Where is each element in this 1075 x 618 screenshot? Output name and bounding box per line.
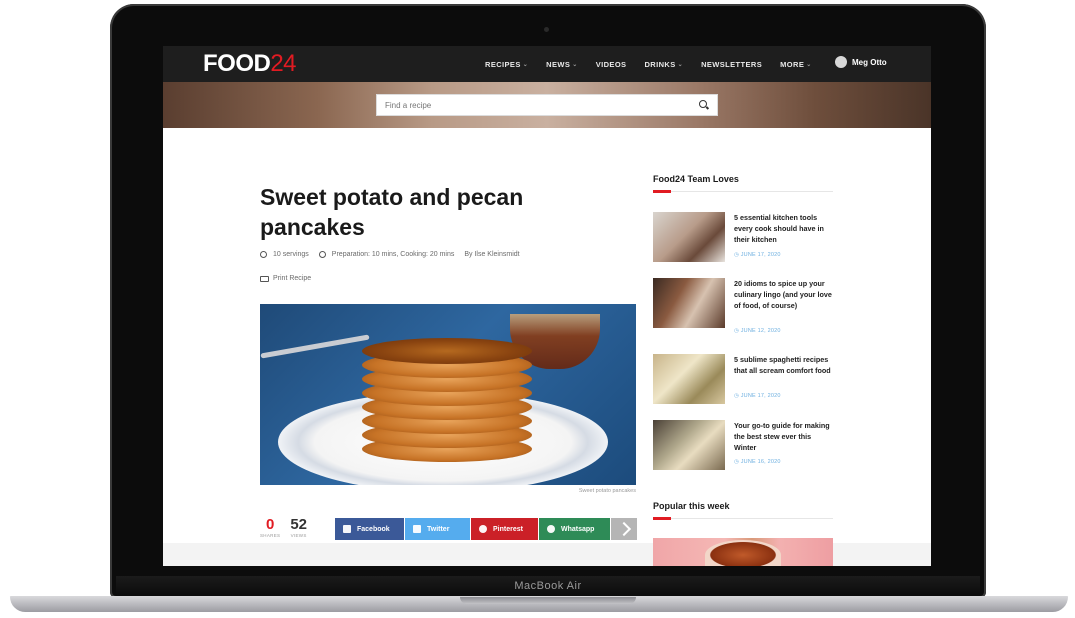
share-buttons: Facebook Twitter Pinterest Whatsapp: [335, 518, 638, 540]
popular-image-bowl: [705, 540, 781, 566]
pinterest-share-button[interactable]: Pinterest: [471, 518, 538, 540]
search-icon[interactable]: [699, 100, 707, 108]
facebook-icon: [343, 525, 351, 533]
recipe-image: [260, 304, 636, 485]
user-menu[interactable]: Meg Otto: [835, 56, 887, 68]
chevron-down-icon: ⌄: [522, 61, 529, 68]
sidebar-article[interactable]: 5 essential kitchen tools every cook sho…: [653, 212, 833, 270]
sidebar-article-title[interactable]: Your go-to guide for making the best ste…: [734, 420, 834, 453]
servings-icon: [260, 251, 267, 258]
nav-drinks[interactable]: DRINKS ⌄: [644, 60, 683, 69]
article-title: Sweet potato and pecan pancakes: [260, 184, 524, 240]
avatar: [835, 56, 847, 68]
chevron-down-icon: ⌄: [806, 61, 812, 68]
article-thumbnail[interactable]: [653, 278, 725, 328]
food24-logo[interactable]: FOOD24: [203, 50, 297, 78]
share-stats: 0 SHARES 52 VIEWS: [260, 516, 317, 539]
team-loves-title: Food24 Team Loves: [653, 174, 739, 184]
nav-news[interactable]: NEWS ⌄: [546, 60, 578, 69]
chevron-down-icon: ⌄: [677, 61, 684, 68]
search-banner: [163, 82, 931, 128]
article-thumbnail[interactable]: [653, 212, 725, 262]
clock-icon: [318, 251, 326, 258]
whatsapp-icon: [547, 525, 555, 533]
section-underline: [653, 517, 833, 520]
sidebar-article-date: JUNE 17, 2020: [734, 393, 781, 399]
section-underline: [653, 190, 833, 193]
top-navigation: FOOD24 RECIPES ⌄ NEWS ⌄ VIDEOS DRINKS ⌄ NEW…: [163, 46, 931, 82]
whatsapp-share-button[interactable]: Whatsapp: [539, 518, 610, 540]
more-share-button[interactable]: [611, 518, 637, 540]
main-menu: RECIPES ⌄ NEWS ⌄ VIDEOS DRINKS ⌄ NEWSLETTER…: [485, 46, 830, 82]
nav-newsletters[interactable]: NEWSLETTERS: [701, 60, 762, 69]
sidebar-article-date: JUNE 16, 2020: [734, 459, 781, 465]
time-text: Preparation: 10 mins, Cooking: 20 mins: [331, 251, 455, 258]
sidebar-article[interactable]: 5 sublime spaghetti recipes that all scr…: [653, 354, 833, 412]
author-text[interactable]: By Ilse Kleinsmidt: [464, 251, 519, 258]
sidebar-article[interactable]: 20 idioms to spice up your culinary ling…: [653, 278, 833, 336]
article-thumbnail[interactable]: [653, 354, 725, 404]
model-label: MacBook Air: [514, 580, 582, 592]
views-count: 52: [290, 516, 307, 533]
twitter-share-button[interactable]: Twitter: [405, 518, 470, 540]
shares-label: SHARES: [260, 533, 281, 538]
laptop-notch: [460, 597, 636, 604]
sidebar-article[interactable]: Your go-to guide for making the best ste…: [653, 420, 833, 478]
article-thumbnail[interactable]: [653, 420, 725, 470]
browser-screen: FOOD24 RECIPES ⌄ NEWS ⌄ VIDEOS DRINKS ⌄ NEW…: [163, 46, 931, 566]
print-label: Print Recipe: [273, 275, 312, 282]
nav-recipes[interactable]: RECIPES ⌄: [485, 60, 528, 69]
popular-this-week-title: Popular this week: [653, 501, 730, 511]
camera: [544, 27, 549, 32]
sidebar-article-date: JUNE 12, 2020: [734, 328, 781, 334]
fork-image-part: [260, 334, 370, 359]
sidebar-article-title[interactable]: 5 essential kitchen tools every cook sho…: [734, 212, 834, 245]
sidebar-article-date: JUNE 17, 2020: [734, 252, 781, 258]
image-caption: Sweet potato pancakes: [578, 488, 636, 494]
pancake-stack-image-part: [362, 324, 532, 464]
chevron-down-icon: ⌄: [572, 61, 578, 68]
nav-videos[interactable]: VIDEOS: [596, 60, 627, 69]
sidebar-article-title[interactable]: 20 idioms to spice up your culinary ling…: [734, 278, 834, 311]
sidebar-article-title[interactable]: 5 sublime spaghetti recipes that all scr…: [734, 354, 834, 376]
servings-text: 10 servings: [273, 251, 309, 258]
nav-more[interactable]: MORE ⌄: [780, 60, 812, 69]
recipe-meta: 10 servings Preparation: 10 mins, Cookin…: [260, 251, 530, 258]
shares-count: 0: [265, 516, 275, 533]
shares-stat: 0 SHARES: [260, 516, 281, 539]
print-recipe-link[interactable]: Print Recipe: [260, 275, 311, 282]
views-stat: 52 VIEWS: [290, 516, 307, 539]
user-name: Meg Otto: [852, 57, 887, 67]
views-label: VIEWS: [290, 533, 307, 538]
twitter-icon: [413, 525, 421, 533]
facebook-share-button[interactable]: Facebook: [335, 518, 404, 540]
recipe-search: [376, 94, 718, 116]
share-arrow-icon: [616, 521, 632, 537]
pinterest-icon: [479, 525, 487, 533]
search-input[interactable]: [377, 96, 693, 115]
printer-icon: [260, 275, 269, 282]
